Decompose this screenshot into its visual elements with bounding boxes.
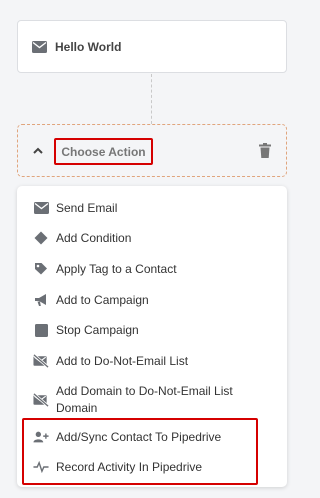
stop-icon — [33, 322, 49, 338]
step-connector — [151, 74, 152, 124]
menu-item-label: Apply Tag to a Contact — [56, 262, 177, 276]
choose-action-label[interactable]: Choose Action — [54, 138, 153, 165]
mail-blocked-icon — [33, 353, 49, 369]
email-step-card[interactable]: Hello World — [17, 20, 287, 73]
tag-icon — [33, 261, 49, 277]
pulse-icon — [33, 459, 49, 475]
envelope-icon — [32, 39, 47, 54]
diamond-icon — [33, 230, 49, 246]
menu-item-label: Add Condition — [56, 231, 132, 245]
menu-item-label: Add to Do-Not-Email List — [56, 354, 189, 368]
step-title: Hello World — [55, 39, 122, 54]
mail-blocked-icon — [33, 392, 49, 408]
menu-item-label: Add Domain to Do-Not-Email List Domain — [56, 384, 233, 415]
action-menu: Send Email Add Condition Apply Tag to a … — [17, 186, 287, 487]
menu-item-label: Send Email — [56, 201, 118, 215]
menu-item-do-not-email-domain[interactable]: Add Domain to Do-Not-Email List Domain — [17, 383, 287, 417]
menu-item-label: Record Activity In Pipedrive — [56, 460, 203, 474]
add-user-icon — [33, 429, 49, 445]
envelope-icon — [33, 200, 49, 216]
chevron-up-icon[interactable] — [31, 144, 45, 158]
megaphone-icon — [33, 292, 49, 308]
trash-icon[interactable] — [258, 143, 272, 159]
menu-item-label: Add to Campaign — [56, 293, 149, 307]
menu-item-label: Add/Sync Contact To Pipedrive — [56, 430, 222, 444]
menu-item-label: Stop Campaign — [56, 323, 139, 337]
choose-action-step[interactable]: Choose Action — [17, 124, 287, 177]
